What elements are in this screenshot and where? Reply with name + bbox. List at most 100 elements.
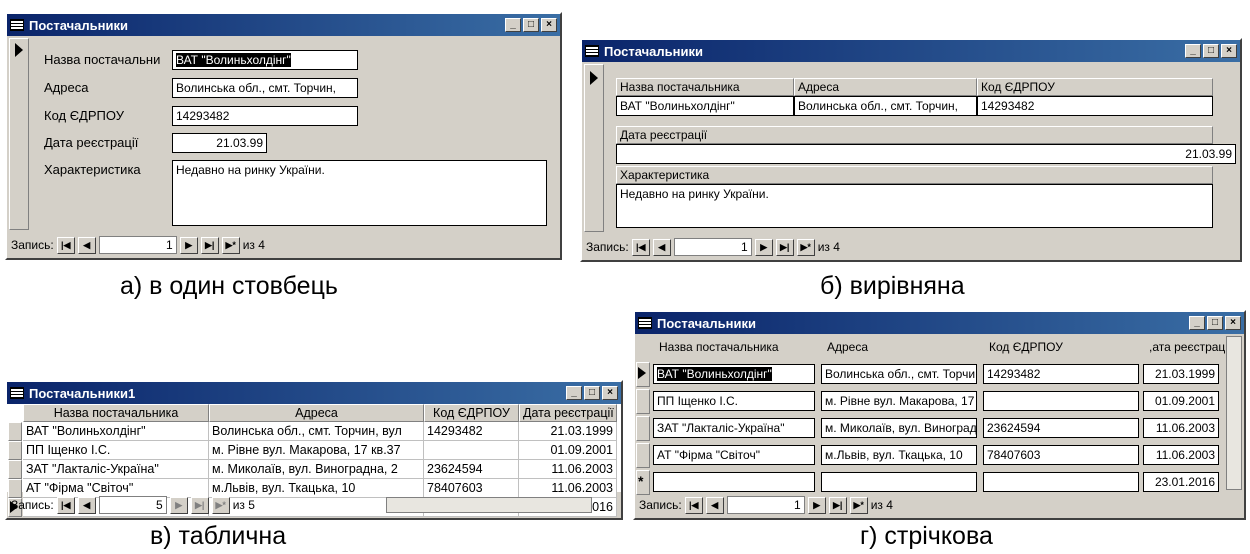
table-cell[interactable]: Волинська обл., смт. Торчин, вул bbox=[209, 422, 424, 441]
last-record-icon[interactable]: ▶| bbox=[828, 496, 847, 514]
minimize-icon[interactable]: _ bbox=[505, 18, 521, 32]
vertical-scrollbar[interactable] bbox=[1226, 336, 1242, 490]
row-selector[interactable] bbox=[8, 422, 22, 441]
last-record-icon[interactable]: ▶| bbox=[200, 236, 219, 254]
first-record-icon[interactable]: |◀ bbox=[56, 236, 75, 254]
record-selector[interactable] bbox=[9, 38, 29, 230]
record-field[interactable]: ЗАТ "Лакталіс-Україна" bbox=[653, 418, 815, 438]
record-number-input[interactable]: 1 bbox=[98, 236, 177, 254]
record-field[interactable] bbox=[821, 472, 977, 492]
table-cell[interactable]: ЗАТ "Лакталіс-Україна" bbox=[23, 460, 209, 479]
field-address[interactable]: Волинська обл., смт. Торчин, bbox=[794, 96, 977, 116]
column-header[interactable]: Дата реєстрації bbox=[519, 404, 617, 422]
record-field[interactable]: 11.06.2003 bbox=[1143, 418, 1219, 438]
table-cell[interactable]: ПП Іщенко І.С. bbox=[23, 441, 209, 460]
record-number-input[interactable]: 5 bbox=[98, 496, 167, 514]
prev-record-icon[interactable]: ◀ bbox=[652, 238, 671, 256]
field-description[interactable]: Недавно на ринку України. bbox=[172, 160, 547, 226]
minimize-icon[interactable]: _ bbox=[1185, 44, 1201, 58]
field-address[interactable]: Волинська обл., смт. Торчин, bbox=[172, 78, 358, 98]
record-field[interactable]: 78407603 bbox=[983, 445, 1139, 465]
close-icon[interactable]: × bbox=[1221, 44, 1237, 58]
first-record-icon[interactable]: |◀ bbox=[56, 496, 75, 514]
new-record-icon[interactable]: ▶* bbox=[221, 236, 240, 254]
prev-record-icon[interactable]: ◀ bbox=[705, 496, 724, 514]
last-record-icon[interactable]: ▶| bbox=[775, 238, 794, 256]
record-field[interactable]: м.Львів, вул. Ткацька, 10 bbox=[821, 445, 977, 465]
maximize-icon[interactable]: □ bbox=[1203, 44, 1219, 58]
field-description[interactable]: Недавно на ринку України. bbox=[616, 184, 1213, 228]
record-selector[interactable] bbox=[636, 416, 650, 441]
title-bar[interactable]: Постачальники _ □ × bbox=[582, 40, 1240, 62]
table-cell[interactable]: 14293482 bbox=[424, 422, 519, 441]
field-code[interactable]: 14293482 bbox=[977, 96, 1213, 116]
next-record-icon[interactable]: ▶ bbox=[754, 238, 773, 256]
field-code[interactable]: 14293482 bbox=[172, 106, 358, 126]
record-field[interactable] bbox=[983, 391, 1139, 411]
table-cell[interactable]: 23624594 bbox=[424, 460, 519, 479]
record-number-input[interactable]: 1 bbox=[673, 238, 752, 256]
record-field[interactable]: АТ "Фірма "Світоч" bbox=[653, 445, 815, 465]
record-field[interactable]: 11.06.2003 bbox=[1143, 445, 1219, 465]
next-record-icon[interactable]: ▶ bbox=[807, 496, 826, 514]
record-field[interactable]: м. Рівне вул. Макарова, 17 bbox=[821, 391, 977, 411]
record-selector[interactable] bbox=[636, 389, 650, 414]
maximize-icon[interactable]: □ bbox=[584, 386, 600, 400]
record-field[interactable]: 01.09.2001 bbox=[1143, 391, 1219, 411]
title-bar[interactable]: Постачальники1 _ □ × bbox=[7, 382, 621, 404]
maximize-icon[interactable]: □ bbox=[523, 18, 539, 32]
close-icon[interactable]: × bbox=[1225, 316, 1241, 330]
column-header[interactable]: Назва постачальника bbox=[23, 404, 209, 422]
maximize-icon[interactable]: □ bbox=[1207, 316, 1223, 330]
new-record-icon[interactable]: ▶* bbox=[796, 238, 815, 256]
record-navigator: Запись: |◀ ◀ 5 ▶ ▶| ▶* из 5 bbox=[7, 492, 621, 518]
prev-record-icon[interactable]: ◀ bbox=[77, 496, 96, 514]
table-cell[interactable]: 11.06.2003 bbox=[519, 460, 617, 479]
record-field[interactable]: Волинська обл., смт. Торчи bbox=[821, 364, 977, 384]
record-field[interactable]: ВАТ "Волиньхолдінг" bbox=[653, 364, 815, 384]
table-cell[interactable]: 21.03.1999 bbox=[519, 422, 617, 441]
new-record-icon[interactable]: ▶* bbox=[211, 496, 230, 514]
record-selector[interactable] bbox=[584, 64, 604, 232]
record-field[interactable]: 14293482 bbox=[983, 364, 1139, 384]
first-record-icon[interactable]: |◀ bbox=[684, 496, 703, 514]
field-date[interactable]: 21.03.99 bbox=[616, 144, 1236, 164]
first-record-icon[interactable]: |◀ bbox=[631, 238, 650, 256]
minimize-icon[interactable]: _ bbox=[566, 386, 582, 400]
minimize-icon[interactable]: _ bbox=[1189, 316, 1205, 330]
record-field[interactable]: 23624594 bbox=[983, 418, 1139, 438]
caption-columnar: а) в один стовбець bbox=[120, 272, 338, 300]
record-field[interactable] bbox=[983, 472, 1139, 492]
title-bar[interactable]: Постачальники _ □ × bbox=[635, 312, 1244, 334]
record-field[interactable] bbox=[653, 472, 815, 492]
close-icon[interactable]: × bbox=[541, 18, 557, 32]
last-record-icon[interactable]: ▶| bbox=[190, 496, 209, 514]
table-cell[interactable]: 01.09.2001 bbox=[519, 441, 617, 460]
row-selector[interactable] bbox=[8, 441, 22, 460]
column-header[interactable]: Код ЄДРПОУ bbox=[424, 404, 519, 422]
table-cell[interactable]: м. Рівне вул. Макарова, 17 кв.37 bbox=[209, 441, 424, 460]
horizontal-scrollbar[interactable] bbox=[385, 497, 592, 513]
form-icon bbox=[10, 387, 24, 399]
table-cell[interactable] bbox=[424, 441, 519, 460]
table-cell[interactable]: м. Миколаїв, вул. Виноградна, 2 bbox=[209, 460, 424, 479]
record-number-input[interactable]: 1 bbox=[726, 496, 805, 514]
row-selector[interactable] bbox=[8, 460, 22, 479]
column-header[interactable]: Адреса bbox=[209, 404, 424, 422]
field-name[interactable]: ВАТ "Волиньхолдінг" bbox=[616, 96, 794, 116]
record-field[interactable]: 23.01.2016 bbox=[1143, 472, 1219, 492]
record-field[interactable]: ПП Іщенко І.С. bbox=[653, 391, 815, 411]
close-icon[interactable]: × bbox=[602, 386, 618, 400]
record-field[interactable]: 21.03.1999 bbox=[1143, 364, 1219, 384]
record-field[interactable]: м. Миколаїв, вул. Виноград bbox=[821, 418, 977, 438]
next-record-icon[interactable]: ▶ bbox=[179, 236, 198, 254]
continuous-form: Назва постачальника Адреса Код ЄДРПОУ ,ата … bbox=[635, 334, 1244, 495]
new-record-icon[interactable]: ▶* bbox=[849, 496, 868, 514]
prev-record-icon[interactable]: ◀ bbox=[77, 236, 96, 254]
record-selector[interactable] bbox=[636, 443, 650, 468]
next-record-icon[interactable]: ▶ bbox=[169, 496, 188, 514]
field-name[interactable]: ВАТ "Волиньхолдінг" bbox=[172, 50, 358, 70]
field-date[interactable]: 21.03.99 bbox=[172, 133, 267, 153]
table-cell[interactable]: ВАТ "Волиньхолдінг" bbox=[23, 422, 209, 441]
title-bar[interactable]: Постачальники _ □ × bbox=[7, 14, 560, 36]
